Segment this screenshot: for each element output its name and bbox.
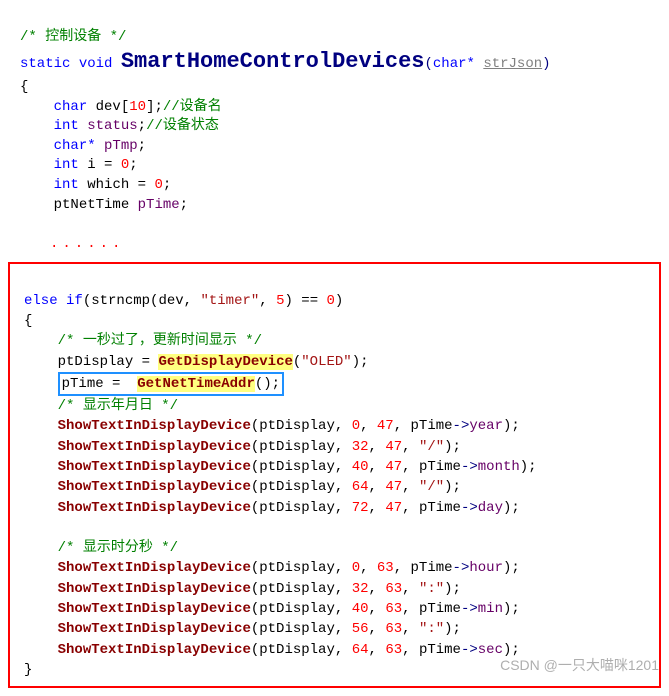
highlighted-code-box: else if(strncmp(dev, "timer", 5) == 0) {…: [8, 262, 661, 688]
keyword-static: static: [20, 56, 70, 72]
comment: //设备名: [163, 99, 222, 115]
func-getnettimeaddr: GetNetTimeAddr: [137, 376, 255, 392]
string: "timer": [200, 293, 259, 309]
var-dev: dev: [158, 293, 183, 309]
func-getdisplaydevice: GetDisplayDevice: [158, 354, 292, 370]
watermark: CSDN @一只大喵咪1201: [500, 655, 659, 675]
func-showtext: ShowTextInDisplayDevice: [58, 621, 251, 637]
keyword-void: void: [79, 56, 113, 72]
type-ptnettime: ptNetTime: [54, 197, 130, 213]
param-name: strJson: [483, 56, 542, 72]
func-showtext: ShowTextInDisplayDevice: [58, 581, 251, 597]
comment: /* 显示年月日 */: [58, 398, 178, 414]
func-showtext: ShowTextInDisplayDevice: [58, 418, 251, 434]
top-code-block: /* 控制设备 */ static void SmartHomeControlD…: [0, 0, 669, 262]
comment: /* 一秒过了，更新时间显示 */: [58, 333, 262, 349]
keyword-int: int: [54, 118, 79, 134]
var-ptime: pTime: [62, 376, 104, 392]
func-showtext: ShowTextInDisplayDevice: [58, 479, 251, 495]
func-showtext: ShowTextInDisplayDevice: [58, 459, 251, 475]
keyword-char: char*: [54, 138, 96, 154]
func-showtext: ShowTextInDisplayDevice: [58, 560, 251, 576]
num: 5: [276, 293, 284, 309]
keyword-char: char: [54, 99, 88, 115]
var-i: i: [87, 157, 95, 173]
func-showtext: ShowTextInDisplayDevice: [58, 439, 251, 455]
var-dev: dev: [96, 99, 121, 115]
paren: ): [542, 56, 550, 72]
comment: /* 控制设备 */: [20, 29, 126, 45]
num: 0: [121, 157, 129, 173]
var-which: which: [87, 177, 129, 193]
func-showtext: ShowTextInDisplayDevice: [58, 500, 251, 516]
comment: /* 显示时分秒 */: [58, 540, 178, 556]
comment: //设备状态: [146, 118, 219, 134]
highlighted-line: pTime = GetNetTimeAddr();: [58, 372, 284, 396]
param-type: char*: [433, 56, 475, 72]
ellipsis: ......: [20, 236, 124, 252]
num: 10: [129, 99, 146, 115]
function-name: SmartHomeControlDevices: [121, 49, 425, 74]
var-ptime: pTime: [138, 197, 180, 213]
var-ptdisplay: ptDisplay: [58, 354, 134, 370]
num: 0: [327, 293, 335, 309]
paren: (: [425, 56, 433, 72]
keyword-int: int: [54, 177, 79, 193]
var-status: status: [87, 118, 137, 134]
func-strncmp: strncmp: [91, 293, 150, 309]
string: "OLED": [301, 354, 351, 370]
keyword-elseif: else if: [24, 293, 83, 309]
func-showtext: ShowTextInDisplayDevice: [58, 642, 251, 658]
num: 0: [154, 177, 162, 193]
keyword-int: int: [54, 157, 79, 173]
func-showtext: ShowTextInDisplayDevice: [58, 601, 251, 617]
var-ptmp: pTmp: [104, 138, 138, 154]
